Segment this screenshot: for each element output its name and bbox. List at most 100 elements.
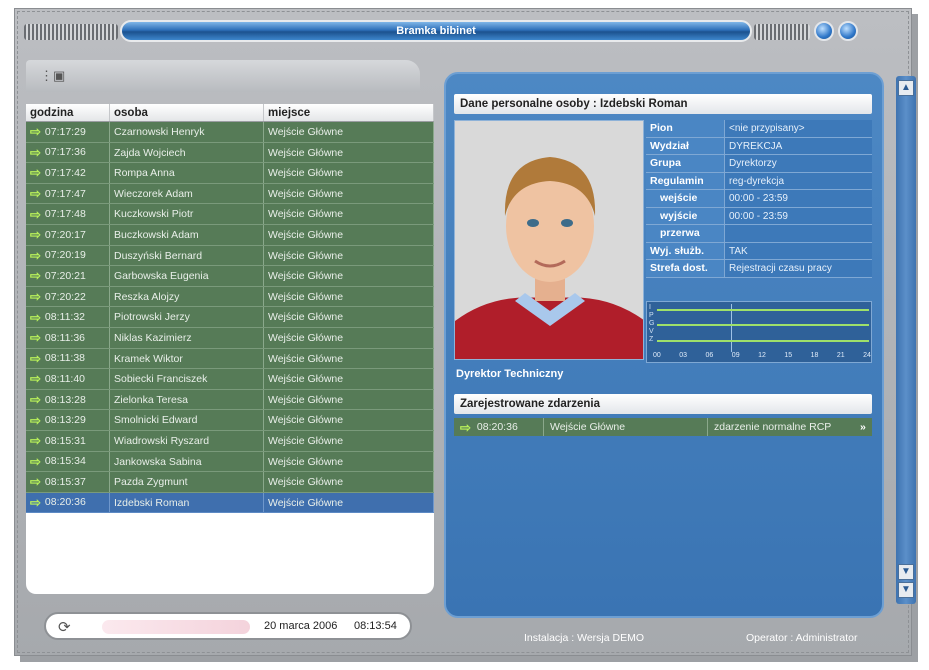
row-place: Wejście Główne xyxy=(264,389,434,410)
arrow-right-icon: ⇨ xyxy=(460,419,471,435)
field-label: Pion xyxy=(646,120,724,137)
list-header: godzina osoba miejsce xyxy=(26,104,434,122)
row-time-cell: ⇨ 08:11:38 xyxy=(26,348,110,369)
field-label: wejście xyxy=(646,190,724,207)
column-header-person[interactable]: osoba xyxy=(110,104,264,121)
field-label: wyjście xyxy=(646,207,724,224)
row-place: Wejście Główne xyxy=(264,307,434,327)
table-row[interactable]: ⇨ 07:17:47 Wieczorek Adam Wejście Główne xyxy=(26,183,434,205)
field-row: Grupa Dyrektorzy xyxy=(646,155,872,173)
graph-tick-label: 24 xyxy=(863,352,871,359)
title-grip-right xyxy=(754,24,810,40)
row-place: Wejście Główne xyxy=(264,286,434,307)
clock-icon[interactable]: ⟳ xyxy=(58,618,71,636)
table-row[interactable]: ⇨ 07:17:36 Zajda Wojciech Wejście Główne xyxy=(26,142,434,164)
arrow-right-icon: ⇨ xyxy=(30,309,41,325)
row-time-cell: ⇨ 07:20:22 xyxy=(26,286,110,307)
row-time: 07:20:19 xyxy=(44,249,86,262)
table-row[interactable]: ⇨ 08:11:40 Sobiecki Franciszek Wejście Głów… xyxy=(26,369,434,390)
graph-tick-label: 00 xyxy=(653,352,661,359)
row-place: Wejście Główne xyxy=(264,204,434,224)
table-row[interactable]: ⇨ 08:11:36 Niklas Kazimierz Wejście Główne xyxy=(26,327,434,349)
row-time-cell: ⇨ 08:15:34 xyxy=(26,451,110,472)
row-place: Wejście Główne xyxy=(264,142,434,163)
person-fields: Pion <nie przypisany> Wydział DYREKCJA Grupa… xyxy=(646,120,872,278)
user-card-icon[interactable]: ⋮▣ xyxy=(40,68,65,84)
table-row[interactable]: ⇨ 08:13:28 Zielonka Teresa Wejście Główne xyxy=(26,389,434,411)
row-person: Wiadrowski Ryszard xyxy=(110,430,264,451)
field-row: Wyj. służb. TAK xyxy=(646,242,872,260)
table-row[interactable]: ⇨ 08:20:36 Izdebski Roman Wejście Główne xyxy=(26,492,434,514)
scroll-up-button[interactable]: ▲ xyxy=(898,80,914,96)
field-value: DYREKCJA xyxy=(724,137,872,154)
table-row[interactable]: ⇨ 08:15:34 Jankowska Sabina Wejście Główne xyxy=(26,451,434,473)
row-time: 07:20:21 xyxy=(44,269,86,282)
row-person: Czarnowski Henryk xyxy=(110,122,264,142)
scroll-end-button[interactable]: ▼ xyxy=(898,582,914,598)
graph-letter: Z xyxy=(649,336,654,343)
graph-hour-ticks: 00 03 06 09 12 15 18 21 24 xyxy=(653,352,871,359)
row-time: 08:15:31 xyxy=(44,434,86,447)
field-row: Pion <nie przypisany> xyxy=(646,120,872,138)
row-time-cell: ⇨ 07:17:29 xyxy=(26,122,110,142)
graph-letter: P xyxy=(649,312,654,319)
status-indicator xyxy=(102,620,250,634)
field-value: 00:00 - 23:59 xyxy=(724,207,872,224)
table-row[interactable]: ⇨ 08:15:31 Wiadrowski Ryszard Wejście Główn… xyxy=(26,430,434,452)
status-bar: ⟳ 20 marca 2006 08:13:54 xyxy=(44,612,412,640)
status-date: 20 marca 2006 xyxy=(264,620,338,632)
graph-tick-label: 15 xyxy=(784,352,793,359)
vertical-scrollbar[interactable]: ▲ ▼ ▼ xyxy=(896,76,916,604)
row-time-cell: ⇨ 08:11:36 xyxy=(26,327,110,348)
event-more-button[interactable]: » xyxy=(854,418,872,436)
table-row[interactable]: ⇨ 07:20:22 Reszka Alojzy Wejście Główne xyxy=(26,286,434,308)
table-row[interactable]: ⇨ 08:15:37 Pazda Zygmunt Wejście Główne xyxy=(26,472,434,493)
row-person: Garbowska Eugenia xyxy=(110,266,264,286)
row-time-cell: ⇨ 07:20:17 xyxy=(26,224,110,245)
table-row[interactable]: ⇨ 07:20:17 Buczkowski Adam Wejście Główne xyxy=(26,224,434,246)
row-place: Wejście Główne xyxy=(264,327,434,348)
row-time: 07:17:47 xyxy=(44,187,86,200)
row-person: Jankowska Sabina xyxy=(110,451,264,472)
minimize-button[interactable] xyxy=(814,21,834,41)
graph-letter: V xyxy=(649,328,654,335)
field-label: Wydział xyxy=(646,137,724,154)
field-row: wyjście 00:00 - 23:59 xyxy=(646,207,872,225)
row-place: Wejście Główne xyxy=(264,472,434,492)
column-header-time[interactable]: godzina xyxy=(26,104,110,121)
row-time: 08:11:32 xyxy=(44,311,85,324)
row-place: Wejście Główne xyxy=(264,369,434,389)
field-row: Regulamin reg-dyrekcja xyxy=(646,172,872,190)
arrow-right-icon: ⇨ xyxy=(30,165,41,181)
installation-label: Instalacja : Wersja DEMO xyxy=(524,632,645,644)
row-time: 08:20:36 xyxy=(44,496,86,509)
person-role: Dyrektor Techniczny xyxy=(456,368,564,380)
scroll-down-button[interactable]: ▼ xyxy=(898,564,914,580)
table-row[interactable]: ⇨ 07:20:19 Duszyński Bernard Wejście Główne xyxy=(26,245,434,267)
event-row[interactable]: ⇨ 08:20:36 Wejście Główne zdarzenie norm… xyxy=(454,418,872,436)
table-row[interactable]: ⇨ 08:13:29 Smolnicki Edward Wejście Główne xyxy=(26,410,434,431)
column-header-place[interactable]: miejsce xyxy=(264,104,434,121)
field-row: Strefa dost. Rejestracji czasu pracy xyxy=(646,260,872,278)
graph-line xyxy=(657,309,869,311)
table-row[interactable]: ⇨ 07:17:42 Rompa Anna Wejście Główne xyxy=(26,163,434,184)
row-person: Piotrowski Jerzy xyxy=(110,307,264,327)
table-row[interactable]: ⇨ 07:20:21 Garbowska Eugenia Wejście Główne xyxy=(26,266,434,287)
table-row[interactable]: ⇨ 07:17:29 Czarnowski Henryk Wejście Główne xyxy=(26,122,434,143)
row-place: Wejście Główne xyxy=(264,183,434,204)
table-row[interactable]: ⇨ 08:11:38 Kramek Wiktor Wejście Główne xyxy=(26,348,434,370)
table-row[interactable]: ⇨ 07:17:48 Kuczkowski Piotr Wejście Główne xyxy=(26,204,434,225)
graph-divider xyxy=(731,304,732,352)
graph-day-letters: IPGVZ xyxy=(649,304,655,344)
arrow-right-icon: ⇨ xyxy=(30,350,41,366)
status-time: 08:13:54 xyxy=(354,620,397,632)
row-person: Kuczkowski Piotr xyxy=(110,204,264,224)
graph-letter: G xyxy=(649,320,655,327)
close-button[interactable] xyxy=(838,21,858,41)
table-row[interactable]: ⇨ 08:11:32 Piotrowski Jerzy Wejście Główne xyxy=(26,307,434,328)
entries-list: godzina osoba miejsce ⇨ 07:17:29 Czarnowsk… xyxy=(26,104,434,594)
arrow-right-icon: ⇨ xyxy=(30,474,41,490)
graph-tick-label: 09 xyxy=(731,352,740,359)
row-place: Wejście Główne xyxy=(264,451,434,472)
title-grip-left xyxy=(24,24,118,40)
